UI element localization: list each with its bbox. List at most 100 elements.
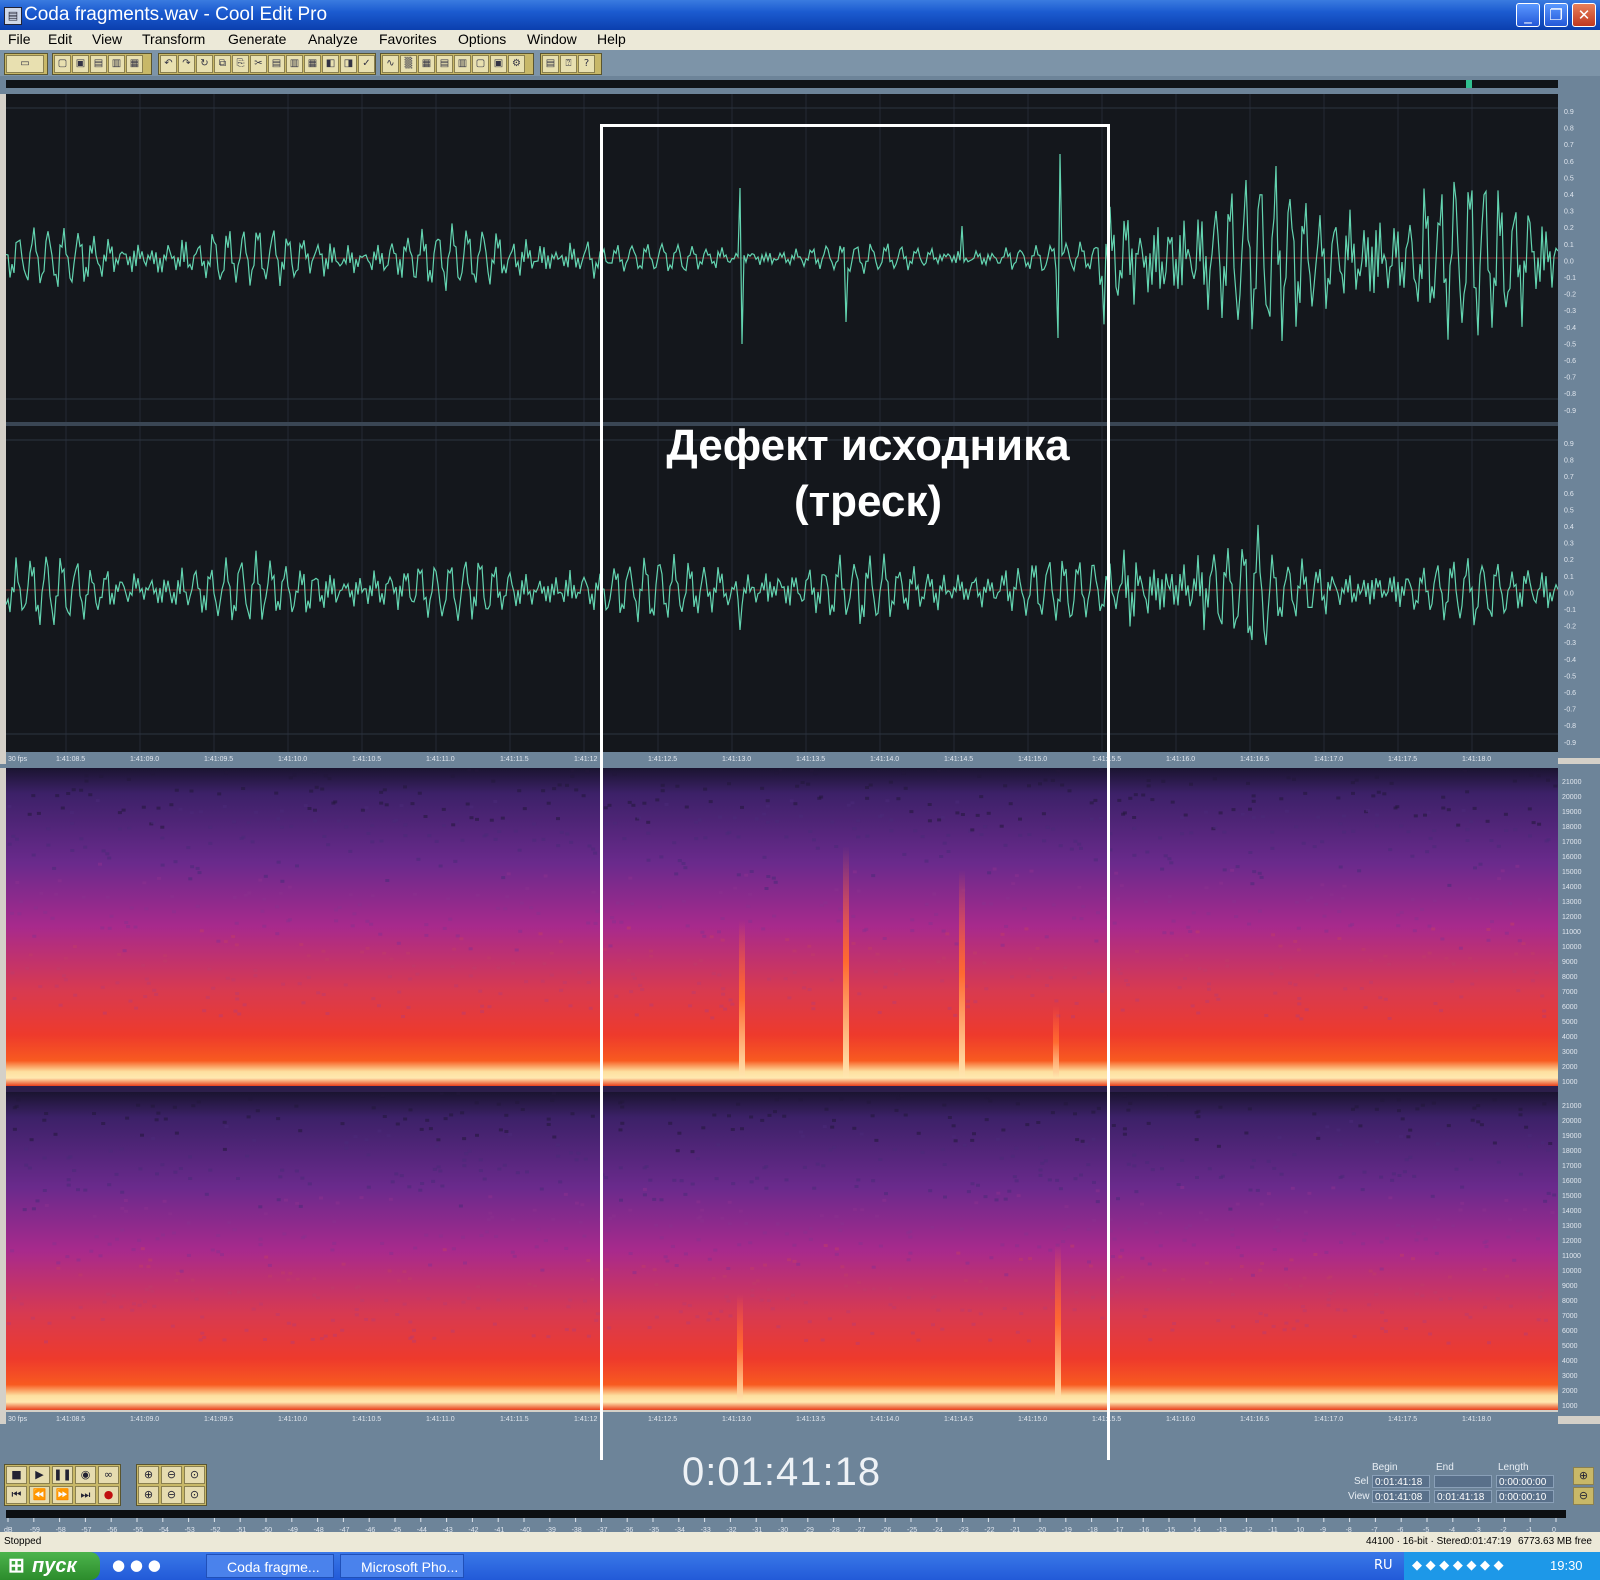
- zoom-right-icon[interactable]: ⊖: [161, 1486, 182, 1504]
- new-file-icon[interactable]: ▢: [54, 55, 71, 73]
- delete-silence-icon[interactable]: ◨: [340, 55, 357, 73]
- noise-speck: [515, 1171, 520, 1175]
- menu-favorites[interactable]: Favorites: [379, 31, 437, 47]
- menu-analyze[interactable]: Analyze: [308, 31, 358, 47]
- noise-speck: [871, 874, 876, 878]
- menu-view[interactable]: View: [92, 31, 122, 47]
- go-to-end-icon[interactable]: ⏭: [75, 1486, 96, 1504]
- noise-speck: [1120, 1008, 1125, 1012]
- view-length-field[interactable]: 0:00:00:10: [1496, 1490, 1554, 1503]
- zoom-left-icon[interactable]: ⊕: [138, 1486, 159, 1504]
- noise-speck: [7, 842, 12, 846]
- spectral-view-icon[interactable]: ▒: [400, 55, 417, 73]
- noise-speck: [1191, 911, 1196, 915]
- document-icon[interactable]: ▣: [490, 55, 507, 73]
- list-view-icon[interactable]: ▥: [454, 55, 471, 73]
- grid-view-icon[interactable]: ▦: [418, 55, 435, 73]
- menu-edit[interactable]: Edit: [48, 31, 72, 47]
- stop-icon[interactable]: ■: [6, 1466, 27, 1484]
- noise-speck: [913, 829, 918, 833]
- check-icon[interactable]: ✓: [358, 55, 375, 73]
- redo-icon[interactable]: ↷: [178, 55, 195, 73]
- noise-speck: [62, 974, 66, 978]
- context-help-icon[interactable]: ⍰: [560, 55, 577, 73]
- menu-transform[interactable]: Transform: [142, 31, 205, 47]
- noise-speck: [1464, 1312, 1469, 1316]
- spectral-left-channel[interactable]: [6, 768, 1558, 1086]
- record-icon[interactable]: ●: [98, 1486, 119, 1504]
- noise-speck: [838, 907, 843, 911]
- save-icon[interactable]: ▤: [90, 55, 107, 73]
- waveform-view-icon[interactable]: ∿: [382, 55, 399, 73]
- undo-icon[interactable]: ↶: [160, 55, 177, 73]
- menu-help[interactable]: Help: [597, 31, 626, 47]
- zoom-full-icon[interactable]: ⊙: [184, 1466, 205, 1484]
- paste-new-icon[interactable]: ▥: [286, 55, 303, 73]
- copy-icon[interactable]: ⧉: [214, 55, 231, 73]
- go-to-start-icon[interactable]: ⏮: [6, 1486, 27, 1504]
- sel-begin-field[interactable]: 0:01:41:18: [1372, 1475, 1430, 1488]
- zoom-selection-icon[interactable]: ⊙: [184, 1486, 205, 1504]
- quicklaunch-icons[interactable]: ● ● ●: [112, 1556, 161, 1574]
- overview-scrollbar[interactable]: [0, 76, 1600, 94]
- cut-icon[interactable]: ✂: [250, 55, 267, 73]
- close-file-icon[interactable]: ▦: [126, 55, 143, 73]
- zoom-in-icon[interactable]: ⊕: [138, 1466, 159, 1484]
- noise-speck: [1230, 1228, 1235, 1231]
- pause-icon[interactable]: ❚❚: [52, 1466, 73, 1484]
- language-indicator[interactable]: RU: [1374, 1558, 1393, 1573]
- view-toolbar-group: ∿ ▒ ▦ ▤ ▥ ▢ ▣ ⚙: [380, 53, 534, 75]
- main-display[interactable]: 0.90.90.80.80.70.70.60.60.50.50.40.40.30…: [0, 94, 1600, 1460]
- noise-speck: [1375, 1140, 1380, 1144]
- minimize-button[interactable]: _: [1516, 3, 1540, 27]
- noise-speck: [1465, 790, 1470, 794]
- noise-speck: [1094, 939, 1099, 943]
- page-icon[interactable]: ▢: [472, 55, 489, 73]
- multitrack-toggle-button[interactable]: ▭: [6, 55, 44, 73]
- restore-button[interactable]: ❐: [1544, 3, 1568, 27]
- overview-view-marker[interactable]: [1466, 80, 1472, 88]
- noise-speck: [1158, 836, 1163, 840]
- rewind-icon[interactable]: ⏪: [29, 1486, 50, 1504]
- close-button[interactable]: ✕: [1572, 3, 1596, 27]
- overview-range[interactable]: [6, 80, 1558, 88]
- zoom-vertical-out-icon[interactable]: ⊖: [1573, 1487, 1594, 1505]
- zoom-vertical-in-icon[interactable]: ⊕: [1573, 1467, 1594, 1485]
- play-to-end-icon[interactable]: ◉: [75, 1466, 96, 1484]
- app-icon[interactable]: ▤: [4, 7, 22, 25]
- start-button[interactable]: ⊞ пуск: [0, 1552, 100, 1580]
- noise-speck: [25, 966, 30, 970]
- frequency-label: 18000: [1562, 824, 1582, 831]
- taskbar-item-photoeditor[interactable]: Microsoft Pho...: [340, 1554, 464, 1578]
- open-file-icon[interactable]: ▣: [72, 55, 89, 73]
- noise-speck: [307, 1182, 312, 1186]
- save-as-icon[interactable]: ▥: [108, 55, 125, 73]
- play-icon[interactable]: ▶: [29, 1466, 50, 1484]
- view-end-field[interactable]: 0:01:41:18: [1434, 1490, 1492, 1503]
- view-begin-field[interactable]: 0:01:41:08: [1372, 1490, 1430, 1503]
- loop-icon[interactable]: ∞: [98, 1466, 119, 1484]
- trim-icon[interactable]: ◧: [322, 55, 339, 73]
- noise-speck: [595, 1312, 600, 1316]
- mix-paste-icon[interactable]: ▦: [304, 55, 321, 73]
- paste-icon[interactable]: ▤: [268, 55, 285, 73]
- zoom-out-icon[interactable]: ⊖: [161, 1466, 182, 1484]
- taskbar-item-cooledit[interactable]: Coda fragme...: [206, 1554, 334, 1578]
- sel-end-field[interactable]: [1434, 1475, 1492, 1488]
- noise-speck: [280, 1168, 285, 1172]
- noise-speck: [556, 844, 561, 848]
- settings-page-icon[interactable]: ▤: [542, 55, 559, 73]
- noise-speck: [1374, 1107, 1379, 1111]
- tray-icons[interactable]: ◆ ◆ ◆ ◆ ◆ ◆ ◆: [1412, 1557, 1504, 1573]
- menu-options[interactable]: Options: [458, 31, 506, 47]
- settings-icon[interactable]: ⚙: [508, 55, 525, 73]
- menu-file[interactable]: File: [8, 31, 31, 47]
- fast-forward-icon[interactable]: ⏩: [52, 1486, 73, 1504]
- sel-length-field[interactable]: 0:00:00:00: [1496, 1475, 1554, 1488]
- menu-generate[interactable]: Generate: [228, 31, 286, 47]
- copy-new-icon[interactable]: ⎘: [232, 55, 249, 73]
- repeat-icon[interactable]: ↻: [196, 55, 213, 73]
- help-icon[interactable]: ?: [578, 55, 595, 73]
- table-view-icon[interactable]: ▤: [436, 55, 453, 73]
- menu-window[interactable]: Window: [527, 31, 577, 47]
